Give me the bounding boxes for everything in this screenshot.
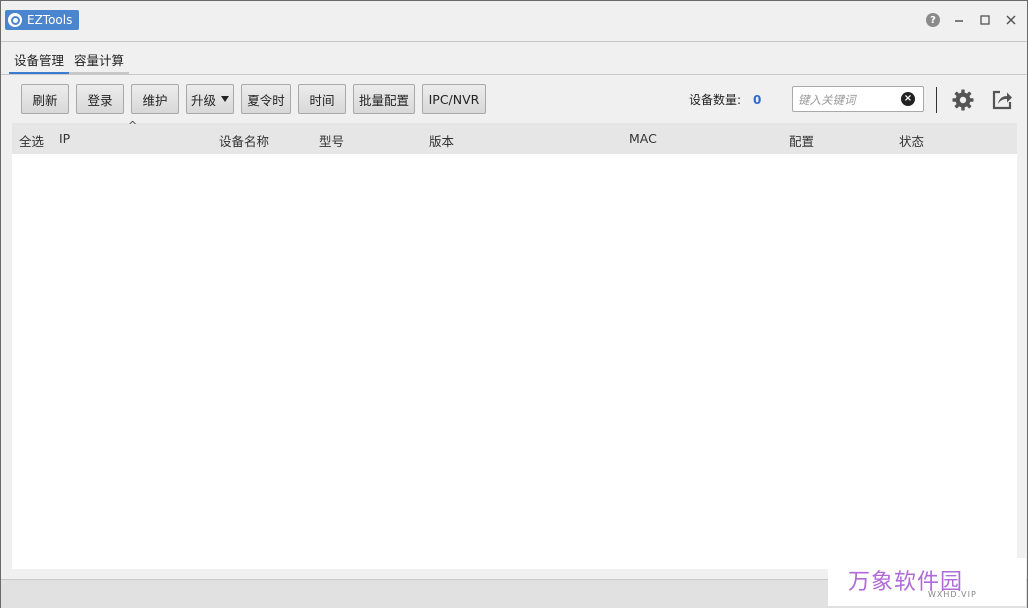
upgrade-label: 升级: [190, 92, 216, 108]
watermark-subtext: WXHD.VIP: [928, 590, 977, 599]
maintenance-button[interactable]: 维护: [131, 84, 179, 114]
mac-column-header[interactable]: MAC: [629, 131, 657, 146]
login-button[interactable]: 登录: [76, 84, 124, 114]
gear-icon: [952, 89, 974, 111]
clear-search-icon[interactable]: ×: [901, 92, 915, 106]
config-column-header[interactable]: 配置: [789, 131, 814, 150]
dst-button[interactable]: 夏令时: [241, 84, 291, 114]
tabs-divider: [1, 74, 1027, 75]
search-input[interactable]: [796, 90, 900, 110]
settings-button[interactable]: [951, 88, 975, 112]
device-table: 全选 IP ^ 设备名称 型号 版本 MAC 配置 状态: [12, 119, 1017, 569]
main-tabs: 设备管理 容量计算: [9, 47, 130, 75]
status-column-header[interactable]: 状态: [899, 131, 924, 150]
maximize-button[interactable]: [977, 11, 993, 29]
toolbar: 刷新 登录 维护 升级 夏令时 时间 批量配置 IPC/NVR: [21, 84, 493, 116]
app-window: EZTools ? 设备管理 容量计算 刷新 登录 维护 升级 夏令时 时间 批…: [0, 0, 1028, 608]
device-name-column-header[interactable]: 设备名称: [219, 131, 269, 150]
refresh-button[interactable]: 刷新: [21, 84, 69, 114]
device-count-label: 设备数量:: [689, 93, 742, 107]
minimize-button[interactable]: [951, 11, 967, 29]
app-logo-icon: [8, 13, 22, 27]
dropdown-arrow-icon: [221, 96, 229, 102]
window-controls: ?: [925, 11, 1019, 29]
minimize-icon: [955, 20, 963, 22]
export-icon: [992, 90, 1012, 110]
toolbar-separator: [936, 87, 937, 113]
app-title-badge: EZTools: [5, 10, 80, 30]
ip-column-header[interactable]: IP: [59, 131, 70, 146]
tab-capacity-calc[interactable]: 容量计算: [69, 47, 130, 75]
title-bar: EZTools ?: [1, 1, 1027, 42]
sort-caret-icon: ^: [128, 119, 138, 132]
ipc-nvr-button[interactable]: IPC/NVR: [422, 84, 486, 114]
help-button[interactable]: ?: [925, 11, 941, 29]
batch-config-button[interactable]: 批量配置: [353, 84, 415, 114]
tab-device-management[interactable]: 设备管理: [9, 47, 70, 75]
model-column-header[interactable]: 型号: [319, 131, 344, 150]
export-button[interactable]: [990, 88, 1014, 112]
time-button[interactable]: 时间: [298, 84, 346, 114]
help-icon: ?: [926, 13, 940, 27]
upgrade-dropdown[interactable]: 升级: [186, 84, 234, 114]
app-title: EZTools: [27, 13, 73, 27]
watermark: 万象软件园 WXHD.VIP: [828, 558, 1026, 606]
maximize-icon: [980, 15, 990, 25]
search-box: ×: [792, 86, 924, 112]
select-all-header[interactable]: 全选: [19, 131, 44, 150]
close-icon: [1006, 15, 1016, 25]
table-header: 全选 IP ^ 设备名称 型号 版本 MAC 配置 状态: [12, 119, 1017, 154]
device-count: 设备数量: 0: [689, 91, 761, 108]
device-count-value: 0: [753, 92, 762, 107]
version-column-header[interactable]: 版本: [429, 131, 454, 150]
close-button[interactable]: [1003, 11, 1019, 29]
